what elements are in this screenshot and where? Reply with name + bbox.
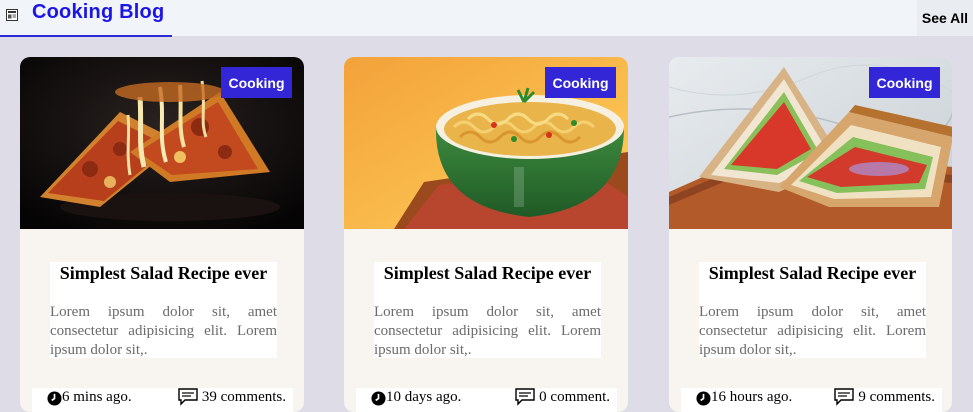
comment-count: 0 comment. — [539, 388, 610, 405]
card-content: Simplest Salad Recipe ever Lorem ipsum d… — [374, 262, 601, 358]
card-description: Lorem ipsum dolor sit, amet consectetur … — [699, 304, 926, 358]
comment-count: 9 comments. — [858, 388, 935, 405]
blog-icon — [6, 9, 18, 21]
card-content: Simplest Salad Recipe ever Lorem ipsum d… — [50, 262, 277, 358]
category-tag[interactable]: Cooking — [221, 67, 292, 98]
clock-icon — [696, 391, 711, 406]
card-title[interactable]: Simplest Salad Recipe ever — [374, 263, 601, 284]
time-label: 10 days ago. — [386, 389, 462, 405]
blog-card[interactable]: Cooking Simplest Salad Recipe ever Lorem… — [669, 57, 952, 412]
comments[interactable]: 39 comments. — [178, 388, 286, 406]
category-tag[interactable]: Cooking — [869, 67, 940, 98]
comment-icon — [834, 388, 855, 406]
top-bar: Cooking Blog See All — [0, 0, 973, 37]
card-meta: 10 days ago. 0 comment. — [344, 388, 628, 412]
card-title[interactable]: Simplest Salad Recipe ever — [699, 263, 926, 284]
card-description: Lorem ipsum dolor sit, amet consectetur … — [374, 304, 601, 358]
time-label: 6 mins ago. — [62, 389, 132, 405]
category-tag[interactable]: Cooking — [545, 67, 616, 98]
post-time: 10 days ago. — [371, 389, 461, 406]
blog-card[interactable]: Cooking Simplest Salad Recipe ever Lorem… — [344, 57, 628, 412]
comments[interactable]: 0 comment. — [515, 388, 610, 406]
comment-count: 39 comments. — [201, 388, 286, 405]
card-meta: 16 hours ago. 9 comments. — [669, 388, 952, 412]
page-title: Cooking Blog — [32, 1, 165, 23]
card-content: Simplest Salad Recipe ever Lorem ipsum d… — [699, 262, 926, 358]
clock-icon — [47, 391, 62, 406]
card-description: Lorem ipsum dolor sit, amet consectetur … — [50, 304, 277, 358]
card-meta: 6 mins ago. 39 comments. — [20, 388, 304, 412]
comment-icon — [515, 388, 535, 406]
card-title[interactable]: Simplest Salad Recipe ever — [50, 263, 277, 284]
see-all-button[interactable]: See All — [917, 0, 973, 36]
time-label: 16 hours ago. — [711, 389, 793, 405]
post-time: 16 hours ago. — [696, 389, 792, 406]
brand[interactable]: Cooking Blog — [0, 0, 172, 37]
comment-icon — [178, 388, 198, 406]
comments[interactable]: 9 comments. — [834, 388, 935, 406]
blog-card[interactable]: Cooking Simplest Salad Recipe ever Lorem… — [20, 57, 304, 412]
post-time: 6 mins ago. — [47, 389, 132, 406]
clock-icon — [371, 391, 386, 406]
